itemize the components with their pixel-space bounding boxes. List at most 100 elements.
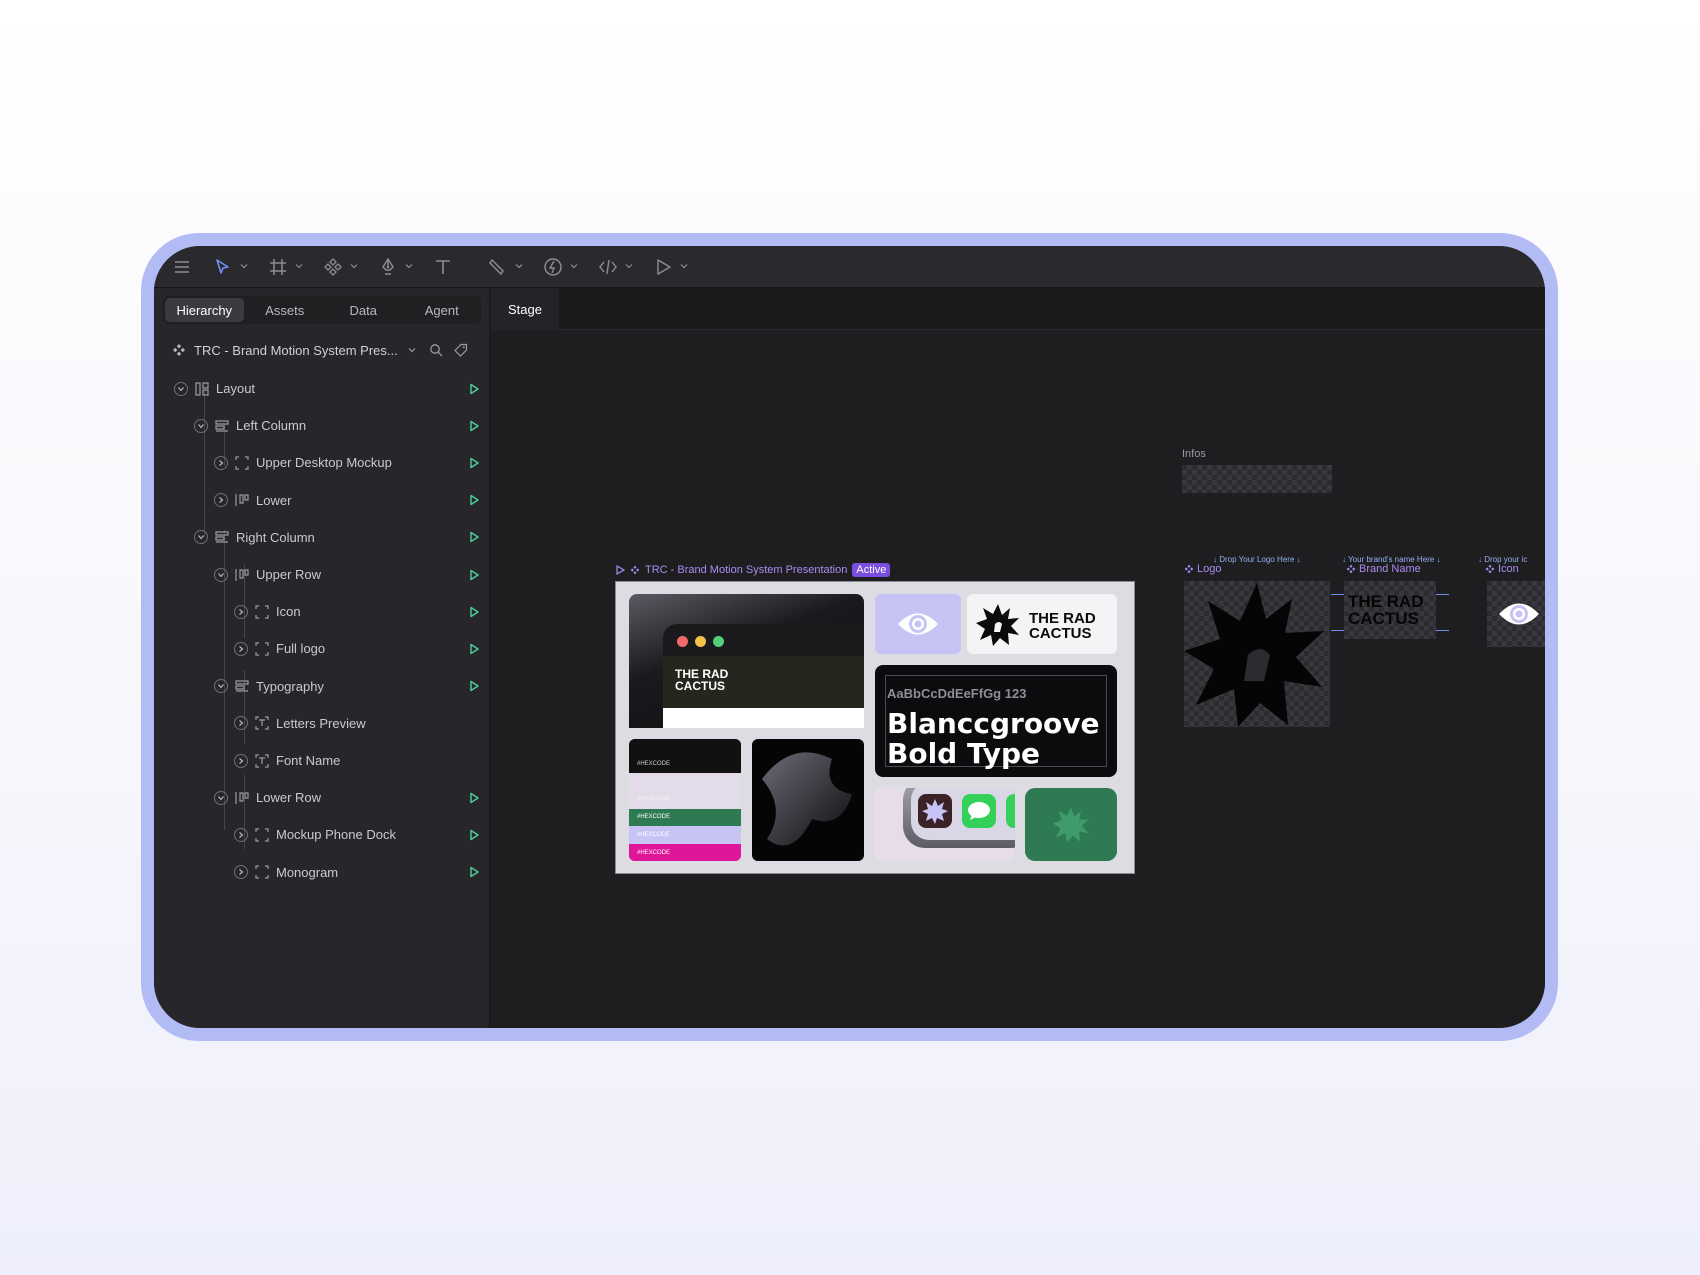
interaction-tool-icon[interactable] xyxy=(539,253,567,281)
tree-item-layout[interactable]: Layout xyxy=(154,370,490,407)
play-icon[interactable] xyxy=(468,829,480,841)
text-tool-icon[interactable] xyxy=(429,253,457,281)
abstract-shape-card[interactable] xyxy=(752,739,864,861)
brand-drop-slot[interactable]: THE RAD CACTUS xyxy=(1344,581,1436,639)
search-icon[interactable] xyxy=(429,343,443,357)
tree-item-monogram[interactable]: Monogram xyxy=(154,854,490,891)
pointer-tool-icon[interactable] xyxy=(208,253,236,281)
chevron-right-icon[interactable] xyxy=(234,604,248,619)
brand-slot-header[interactable]: Brand Name xyxy=(1346,563,1421,575)
tree-item-upper-desktop-mockup[interactable]: Upper Desktop Mockup xyxy=(154,444,490,481)
eye-icon xyxy=(898,613,938,635)
chevron-down-icon[interactable] xyxy=(240,262,248,270)
logo-slot-header[interactable]: Logo xyxy=(1184,563,1221,575)
chevron-down-icon[interactable] xyxy=(680,262,688,270)
chevron-right-icon[interactable] xyxy=(214,493,228,508)
presentation-frame[interactable]: THE RAD CACTUS #HEXCODE #HEXCODE #HEXCODE… xyxy=(615,581,1135,874)
tree-item-lower[interactable]: Lower xyxy=(154,482,490,519)
chevron-right-icon[interactable] xyxy=(234,641,248,656)
cactus-logo-icon xyxy=(1184,583,1324,727)
tab-assets[interactable]: Assets xyxy=(246,296,325,324)
chevron-down-icon[interactable] xyxy=(625,262,633,270)
chevron-down-icon[interactable] xyxy=(214,790,228,805)
play-icon[interactable] xyxy=(468,383,480,395)
tree-item-label: Letters Preview xyxy=(276,715,366,731)
chevron-down-icon[interactable] xyxy=(405,262,413,270)
tree-item-icon[interactable]: Icon xyxy=(154,593,490,630)
chevron-down-icon[interactable] xyxy=(408,346,416,354)
infos-placeholder[interactable] xyxy=(1182,465,1332,493)
infos-label: Infos xyxy=(1182,448,1206,460)
play-icon[interactable] xyxy=(468,866,480,878)
project-selector[interactable]: TRC - Brand Motion System Pres... xyxy=(172,340,472,360)
cactus-logo-icon xyxy=(976,604,1019,646)
tree-item-label: Upper Desktop Mockup xyxy=(256,455,392,471)
tab-hierarchy[interactable]: Hierarchy xyxy=(165,298,244,322)
frame-icon xyxy=(254,827,270,843)
brush-tool-icon[interactable] xyxy=(484,253,512,281)
play-preview-icon[interactable] xyxy=(649,253,677,281)
tree-item-mockup-phone-dock[interactable]: Mockup Phone Dock xyxy=(154,816,490,853)
component-icon xyxy=(1346,564,1356,574)
chevron-down-icon[interactable] xyxy=(174,381,188,396)
tree-item-full-logo[interactable]: Full logo xyxy=(154,630,490,667)
tree-item-left-column[interactable]: Left Column xyxy=(154,407,490,444)
play-icon[interactable] xyxy=(468,494,480,506)
upper-desktop-mockup[interactable]: THE RAD CACTUS xyxy=(629,594,864,728)
tab-agent[interactable]: Agent xyxy=(403,296,482,324)
play-icon[interactable] xyxy=(468,531,480,543)
tag-icon[interactable] xyxy=(454,343,468,357)
typography-card[interactable]: AaBbCcDdEeFfGg 123 Blanccgroove Bold Type xyxy=(875,665,1117,777)
icon-drop-slot[interactable] xyxy=(1487,581,1545,647)
frame-tool-icon[interactable] xyxy=(264,253,292,281)
tab-data[interactable]: Data xyxy=(324,296,403,324)
tree-item-letters-preview[interactable]: Letters Preview xyxy=(154,705,490,742)
chevron-down-icon[interactable] xyxy=(570,262,578,270)
mockup-phone-dock[interactable] xyxy=(875,788,1015,861)
play-icon[interactable] xyxy=(468,420,480,432)
component-tool-icon[interactable] xyxy=(319,253,347,281)
chevron-down-icon[interactable] xyxy=(194,418,208,433)
logo-slot-label: Logo xyxy=(1197,563,1222,575)
chevron-down-icon[interactable] xyxy=(515,262,523,270)
tree-item-typography[interactable]: Typography xyxy=(154,668,490,705)
play-icon[interactable] xyxy=(468,569,480,581)
tree-item-right-column[interactable]: Right Column xyxy=(154,519,490,556)
chevron-down-icon[interactable] xyxy=(214,567,228,582)
tab-stage[interactable]: Stage xyxy=(491,288,559,330)
stage-canvas[interactable]: Infos TRC - Brand Motion System Presenta… xyxy=(491,330,1545,1028)
icon-slot-header[interactable]: Icon xyxy=(1485,563,1519,575)
play-icon[interactable] xyxy=(468,792,480,804)
icon-card[interactable] xyxy=(875,594,961,654)
chevron-right-icon[interactable] xyxy=(234,716,248,731)
icon-slot-label: Icon xyxy=(1498,563,1519,575)
logo-drop-slot[interactable] xyxy=(1184,581,1330,727)
tree-item-font-name[interactable]: Font Name xyxy=(154,742,490,779)
chevron-right-icon[interactable] xyxy=(214,455,228,470)
row-icon xyxy=(234,790,250,806)
layout-icon xyxy=(194,381,210,397)
chevron-right-icon[interactable] xyxy=(234,865,248,880)
chevron-down-icon[interactable] xyxy=(295,262,303,270)
code-tool-icon[interactable] xyxy=(594,253,622,281)
frame-icon xyxy=(254,864,270,880)
full-logo-card[interactable]: THE RAD CACTUS xyxy=(967,594,1117,654)
chevron-right-icon[interactable] xyxy=(234,753,248,768)
chevron-right-icon[interactable] xyxy=(234,827,248,842)
tree-item-upper-row[interactable]: Upper Row xyxy=(154,556,490,593)
chevron-down-icon[interactable] xyxy=(350,262,358,270)
chevron-down-icon[interactable] xyxy=(214,679,228,694)
play-icon[interactable] xyxy=(468,643,480,655)
component-header[interactable]: TRC - Brand Motion System Presentation A… xyxy=(615,563,891,577)
play-icon[interactable] xyxy=(468,457,480,469)
pen-tool-icon[interactable] xyxy=(374,253,402,281)
play-icon[interactable] xyxy=(468,680,480,692)
row-icon xyxy=(234,492,250,508)
monogram-card[interactable] xyxy=(1025,788,1117,861)
chevron-down-icon[interactable] xyxy=(194,530,208,545)
menu-icon[interactable] xyxy=(168,253,196,281)
color-palette[interactable]: #HEXCODE #HEXCODE #HEXCODE #HEXCODE #HEX… xyxy=(629,739,741,861)
play-icon[interactable] xyxy=(468,606,480,618)
tree-item-lower-row[interactable]: Lower Row xyxy=(154,779,490,816)
play-icon[interactable] xyxy=(615,565,625,575)
